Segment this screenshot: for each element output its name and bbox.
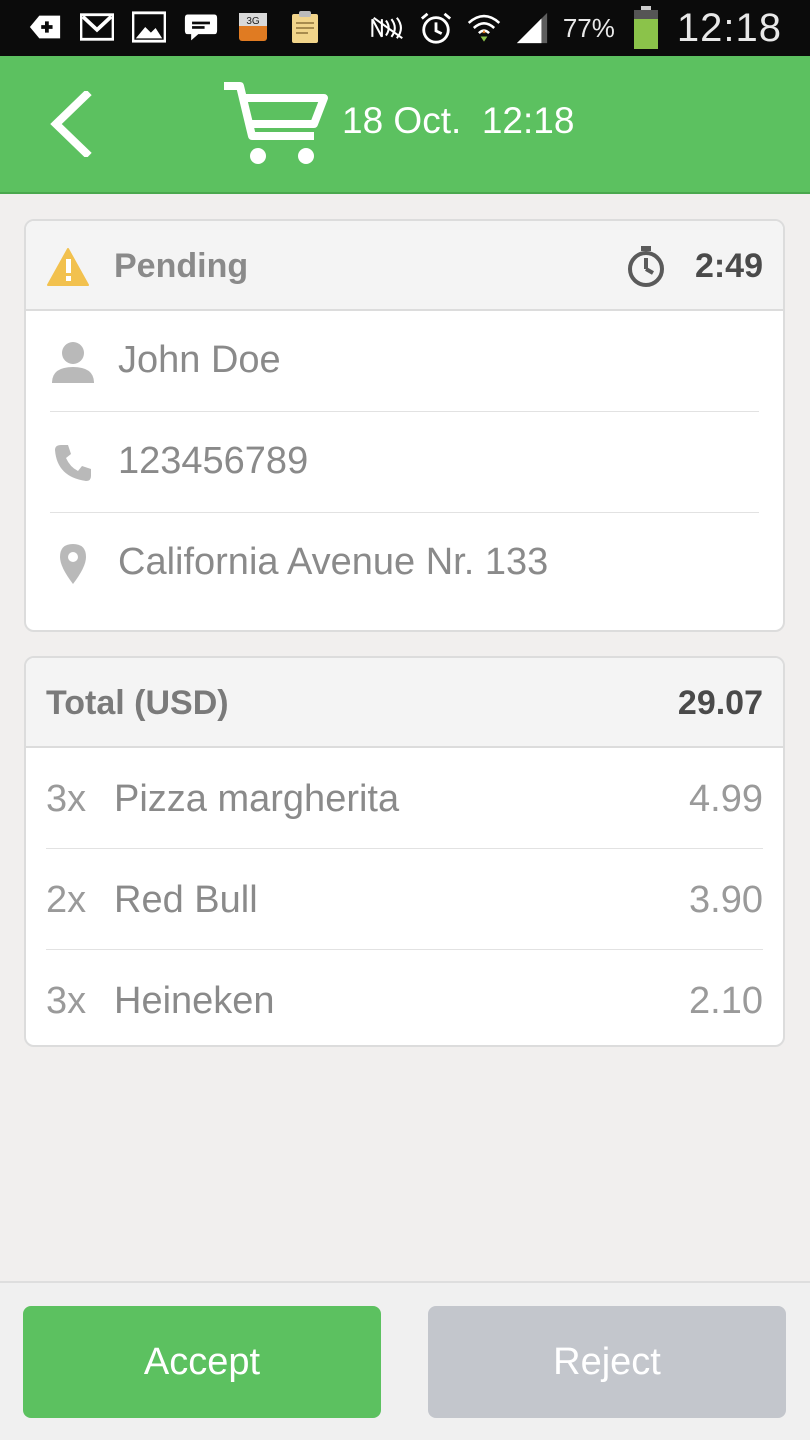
3g-app-icon: 3G (236, 10, 270, 44)
status-label: Pending (114, 247, 249, 285)
item-price: 3.90 (689, 879, 763, 921)
battery-icon (629, 6, 663, 49)
order-status-header: Pending 2:49 (26, 221, 783, 311)
order-item: 3x Heineken 2.10 (46, 950, 763, 1045)
order-summary-card: Total (USD) 29.07 3x Pizza margherita 4.… (24, 656, 785, 1047)
back-button[interactable] (40, 86, 100, 162)
item-price: 4.99 (689, 778, 763, 820)
app-header: 18 Oct. 12:18 (0, 56, 810, 194)
system-status: 77% 12:18 (371, 0, 782, 56)
add-notification-icon (28, 10, 62, 44)
customer-name-row: John Doe (50, 311, 759, 412)
svg-text:3G: 3G (246, 16, 260, 27)
header-title: 18 Oct. 12:18 (342, 100, 575, 141)
customer-name: John Doe (118, 339, 281, 381)
customer-address[interactable]: California Avenue Nr. 133 (118, 541, 548, 584)
stopwatch-icon (628, 246, 664, 287)
chevron-left-icon (50, 91, 92, 157)
total-value: 29.07 (677, 684, 763, 722)
clipboard-icon (288, 10, 322, 44)
wifi-icon (467, 11, 501, 45)
item-name: Pizza margherita (114, 778, 400, 820)
item-name: Heineken (114, 980, 275, 1022)
reject-button[interactable]: Reject (428, 1306, 786, 1418)
phone-icon (50, 440, 96, 486)
alarm-icon (419, 11, 453, 45)
battery-percent: 77% (562, 12, 615, 43)
status-bar: 3G 77% 12:18 (0, 0, 810, 56)
customer-phone[interactable]: 123456789 (118, 440, 308, 483)
clock: 12:18 (676, 5, 782, 50)
gallery-icon (132, 10, 166, 44)
nfc-icon (371, 11, 405, 45)
warning-icon (47, 248, 89, 286)
chat-icon (184, 10, 218, 44)
item-quantity: 3x (46, 778, 87, 820)
order-item: 2x Red Bull 3.90 (46, 849, 763, 950)
item-price: 2.10 (689, 980, 763, 1022)
total-label: Total (USD) (46, 684, 229, 722)
item-quantity: 2x (46, 879, 87, 921)
order-item: 3x Pizza margherita 4.99 (46, 748, 763, 849)
signal-icon (515, 11, 549, 45)
location-pin-icon (50, 541, 96, 587)
item-name: Red Bull (114, 879, 258, 921)
gmail-icon (80, 10, 114, 44)
customer-phone-row[interactable]: 123456789 (50, 412, 759, 513)
person-icon (50, 339, 96, 385)
order-card: Pending 2:49 John Doe 123456789 Californ… (24, 219, 785, 632)
total-header: Total (USD) 29.07 (26, 658, 783, 748)
accept-button[interactable]: Accept (23, 1306, 381, 1418)
item-quantity: 3x (46, 980, 87, 1022)
customer-address-row[interactable]: California Avenue Nr. 133 (50, 513, 759, 613)
notification-icons: 3G (28, 10, 322, 44)
shopping-cart-icon (224, 82, 328, 164)
countdown-timer: 2:49 (694, 247, 763, 285)
action-bar: Accept Reject (0, 1281, 810, 1440)
